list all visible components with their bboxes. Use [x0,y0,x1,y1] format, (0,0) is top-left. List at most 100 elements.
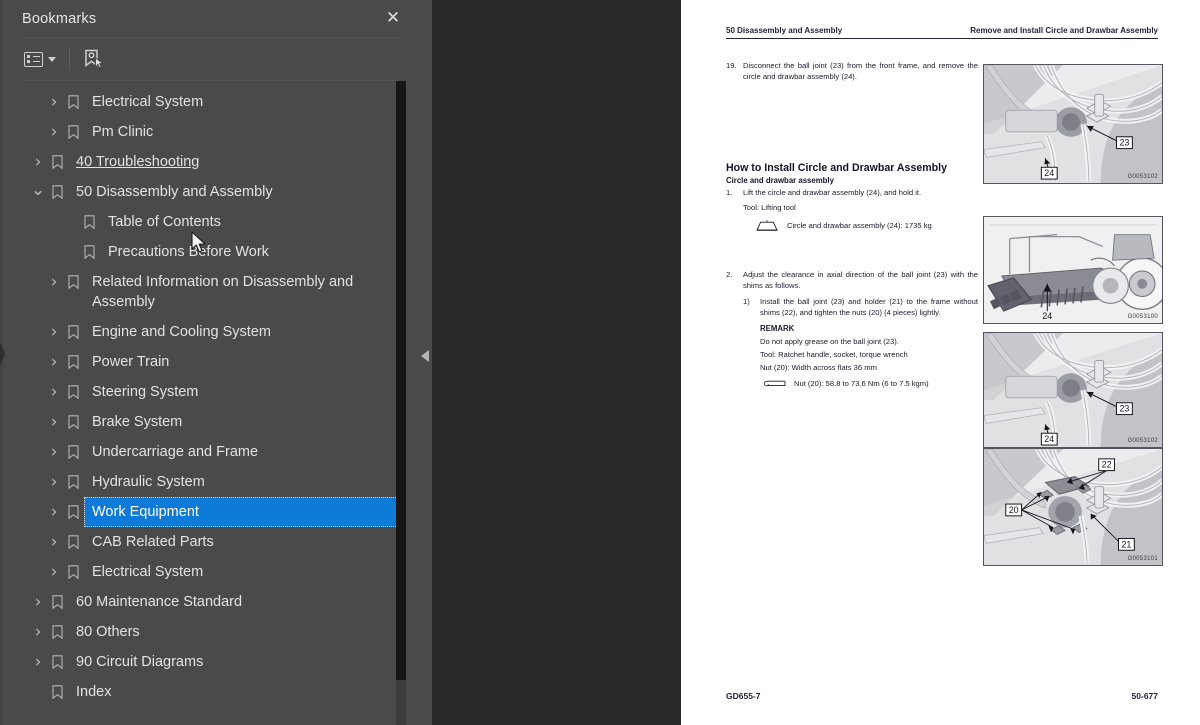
bookmark-item[interactable]: Table of Contents [0,207,420,237]
bookmark-icon [46,677,68,707]
bookmark-item[interactable]: › Steering System [0,377,420,407]
figure-2: 24 G0053100 [983,216,1163,324]
bookmark-item[interactable]: ⌄ 50 Disassembly and Assembly [0,177,420,207]
remark-line-2: Tool: Ratchet handle, socket, torque wre… [760,349,908,359]
bookmark-icon [46,647,68,677]
new-bookmark-button[interactable] [81,46,107,72]
bookmark-icon [62,377,84,407]
bookmark-icon [46,617,68,647]
list-options-icon [24,51,43,67]
bookmark-item[interactable]: › Undercarriage and Frame [0,437,420,467]
chevron-right-icon[interactable]: › [46,497,62,527]
remark-line-1: Do not apply grease on the ball joint (2… [760,336,899,346]
bookmark-item-label: Power Train [92,354,170,370]
bookmark-icon [62,527,84,557]
collapse-panel-handle-icon[interactable] [421,350,429,362]
panel-resize-gutter[interactable] [420,0,432,725]
bookmark-icon [62,407,84,437]
bookmark-item-label: Precautions Before Work [108,244,269,260]
chevron-right-icon[interactable]: › [46,87,62,117]
step-1: 1. Lift the circle and drawbar assembly … [726,187,978,198]
bookmark-item[interactable]: › Hydraulic System [0,467,420,497]
twisty-placeholder [30,677,46,707]
pdf-page: 50 Disassembly and Assembly Remove and I… [681,0,1200,725]
bookmark-item[interactable]: › Pm Clinic [0,117,420,147]
bookmark-item-label: Electrical System [92,94,204,110]
chevron-right-icon[interactable]: › [46,467,62,497]
remark-torque-line: Nut (20): 58.8 to 73.6 Nm (6 to 7.5 kgm) [760,379,978,388]
bookmark-item[interactable]: › Related Information on Disassembly and … [0,267,420,317]
lifting-weight-icon [756,220,778,231]
bookmark-icon [62,117,84,147]
chevron-right-icon[interactable]: › [46,347,62,377]
bookmark-item-label: Work Equipment [84,497,398,527]
bookmark-item-label: Electrical System [92,564,204,580]
figure-4-id: G0053101 [1127,556,1158,562]
bookmark-item-label: Steering System [92,384,199,400]
chevron-down-icon[interactable]: ⌄ [30,177,46,207]
page-header-left: 50 Disassembly and Assembly [726,26,843,35]
svg-text:24: 24 [1044,434,1054,444]
chevron-right-icon[interactable]: › [46,267,62,297]
bookmark-item[interactable]: › 60 Maintenance Standard [0,587,420,617]
bookmark-item-label: Index [76,684,112,700]
chevron-right-icon[interactable]: › [46,437,62,467]
install-subheading: Circle and drawbar assembly [726,176,834,186]
bookmark-icon [62,437,84,467]
bookmarks-scrollbar[interactable] [396,81,406,725]
bookmark-icon [46,587,68,617]
chevron-right-icon[interactable]: › [30,617,46,647]
step-1-tool: Tool: Lifting tool [743,202,796,212]
bookmark-item[interactable]: › Brake System [0,407,420,437]
chevron-right-icon[interactable]: › [46,317,62,347]
chevron-down-icon [48,56,56,62]
svg-text:22: 22 [1102,460,1112,470]
bookmark-icon [62,557,84,587]
bookmarks-scrollbar-thumb[interactable] [396,81,406,680]
svg-text:24: 24 [1044,168,1054,178]
page-footer: GD655-7 50-677 [726,691,1158,701]
chevron-right-icon[interactable]: › [30,147,46,177]
svg-text:23: 23 [1119,404,1129,414]
new-bookmark-icon [83,49,105,69]
bookmark-item[interactable]: › Electrical System [0,557,420,587]
bookmark-item[interactable]: › Engine and Cooling System [0,317,420,347]
figure-3-id: G0053102 [1127,438,1158,444]
step-2: 2. Adjust the clearance in axial directi… [726,269,978,291]
bookmark-item[interactable]: › Electrical System [0,87,420,117]
step-1-weight-line: Circle and drawbar assembly (24): 1735 k… [756,220,978,231]
torque-wrench-icon [760,379,786,388]
bookmark-item[interactable]: › 40 Troubleshooting [0,147,420,177]
bookmark-icon [62,317,84,347]
bookmark-item-label: CAB Related Parts [92,534,214,550]
close-icon[interactable]: ✕ [380,6,406,32]
bookmark-item[interactable]: › CAB Related Parts [0,527,420,557]
bookmark-item[interactable]: › 90 Circuit Diagrams [0,647,420,677]
chevron-right-icon[interactable]: › [46,407,62,437]
bookmark-icon [62,347,84,377]
chevron-right-icon[interactable]: › [46,557,62,587]
bookmark-item[interactable]: › Work Equipment [0,497,420,527]
bookmark-item[interactable]: › 80 Others [0,617,420,647]
bookmark-item[interactable]: Index [0,677,420,707]
chevron-right-icon[interactable]: › [30,587,46,617]
remark-torque-text: Nut (20): 58.8 to 73.6 Nm (6 to 7.5 kgm) [794,378,929,388]
bookmark-icon [62,497,84,527]
chevron-right-icon[interactable]: › [46,377,62,407]
chevron-right-icon[interactable]: › [46,527,62,557]
page-header-right: Remove and Install Circle and Drawbar As… [970,26,1158,35]
chevron-right-icon[interactable]: › [30,647,46,677]
step-19-number: 19. [726,61,737,70]
twisty-placeholder [62,237,78,267]
bookmark-icon [62,467,84,497]
bookmark-item[interactable]: › Power Train [0,347,420,377]
chevron-right-icon[interactable]: › [46,117,62,147]
step-2-number: 2. [726,270,733,280]
pdf-viewer-area: 50 Disassembly and Assembly Remove and I… [432,0,1200,725]
svg-text:20: 20 [1009,505,1019,515]
bookmark-options-button[interactable] [22,49,58,70]
figure-4: 22 20 21 G0053101 [983,448,1163,566]
bookmark-item[interactable]: Precautions Before Work [0,237,420,267]
bookmarks-tree-container: › Electrical System › Pm Clinic › 40 Troubles… [0,81,420,725]
bookmark-item-label: 40 Troubleshooting [76,154,200,170]
